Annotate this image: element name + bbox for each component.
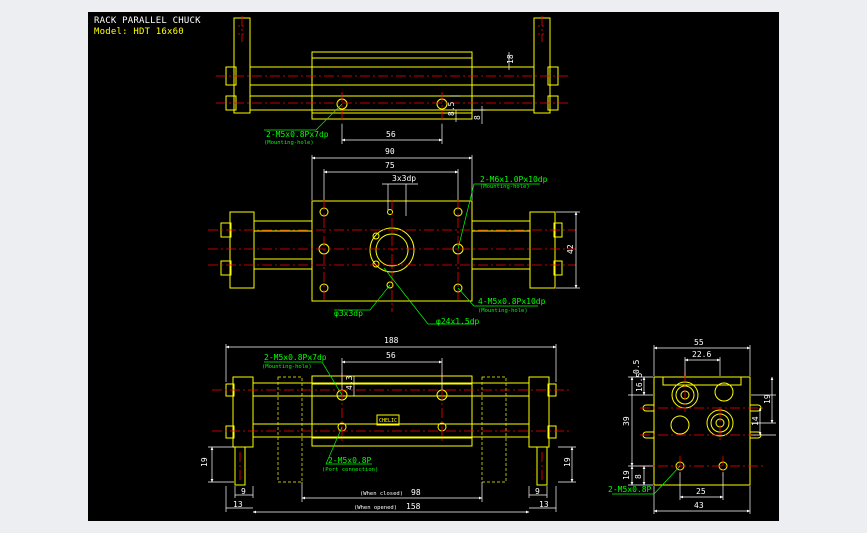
callout-top-spec: 2-M5x0.8Px7dp [266, 130, 329, 139]
dim-side-188: 188 [384, 336, 399, 345]
front-view-centerlines [208, 200, 576, 312]
dim-side-56: 56 [386, 351, 396, 360]
dim-end-22-6: 22.6 [692, 350, 711, 359]
callout-end-spec: 2-M5x0.8P [608, 485, 652, 494]
callout-front-bottom-note: (Mounting-hole) [478, 308, 528, 314]
callout-side-mount-note: (Mounting-hole) [262, 364, 312, 370]
side-view: 188 56 4.3 19 19 9 9 13 13 98 158 (When … [200, 336, 576, 514]
dim-end-16-5: 16.5 [635, 373, 644, 392]
technical-drawing: 56 18 8.5 8 2-M5x0.8Px7dp (Mounting-hole… [200, 16, 776, 514]
dim-end-0-5: 0.5 [632, 359, 641, 374]
dim-end-39: 39 [622, 416, 631, 426]
callout-side-port-note: (Port connection) [322, 467, 378, 473]
dim-end-19-left: 19 [622, 470, 631, 480]
callout-front-center-bore: φ24x1.5dp [436, 317, 480, 326]
dim-front-42: 42 [566, 244, 575, 254]
side-view-callouts: 2-M5x0.8Px7dp (Mounting-hole) 2-M5x0.8P … [262, 353, 378, 473]
top-view-outline [225, 17, 559, 120]
brand-badge-text: CHELIC [379, 418, 397, 424]
dim-end-43: 43 [694, 501, 704, 510]
top-view-dimensions [341, 52, 510, 144]
drawing-title: RACK PARALLEL CHUCK [94, 16, 201, 26]
callout-pin-hole: 3x3dp [392, 174, 416, 183]
dim-top-8-5: 8.5 [447, 101, 456, 116]
label-when-closed: (When closed) [360, 491, 403, 497]
cad-viewport: RACK PARALLEL CHUCK Model: HDT 16x60 56 … [0, 0, 867, 533]
callout-top-note: (Mounting-hole) [264, 140, 314, 146]
dim-end-19-right: 19 [763, 394, 772, 404]
dim-side-opened: 158 [406, 502, 421, 511]
dim-side-19-left: 19 [200, 457, 209, 467]
dim-side-edge-left: 13 [233, 500, 243, 509]
front-view-outline [220, 200, 563, 302]
dim-top-56: 56 [386, 130, 396, 139]
dim-front-90: 90 [385, 147, 395, 156]
dim-side-foot-right: 9 [535, 487, 540, 496]
callout-front-bottom-spec: 4-M5x0.8Px10dp [478, 297, 546, 306]
model-label: Model: HDT 16x60 [94, 27, 184, 37]
dim-end-25: 25 [696, 487, 706, 496]
callout-side-port-spec: 2-M5x0.8P [328, 456, 372, 465]
dim-side-19-right: 19 [563, 457, 572, 467]
dim-end-8: 8 [634, 474, 643, 479]
drawing-canvas[interactable]: RACK PARALLEL CHUCK Model: HDT 16x60 56 … [88, 12, 779, 521]
dim-front-75: 75 [385, 161, 395, 170]
label-when-opened: (When opened) [354, 505, 397, 511]
top-view: 56 18 8.5 8 2-M5x0.8Px7dp (Mounting-hole… [216, 16, 568, 146]
top-view-hidden [238, 25, 546, 35]
dim-top-8: 8 [473, 115, 482, 120]
front-view-callouts: 2-M6x1.0Px10dp (Mounting-hole) 4-M5x0.8P… [334, 175, 548, 326]
callout-front-top-spec: 2-M6x1.0Px10dp [480, 175, 548, 184]
dim-end-14: 14 [751, 416, 760, 426]
end-view-centerlines [640, 372, 764, 476]
callout-front-top-note: (Mounting-hole) [480, 184, 530, 190]
top-view-centerlines [216, 16, 568, 124]
end-view-outline [642, 376, 762, 486]
dim-end-55: 55 [694, 338, 704, 347]
callout-front-pin-bottom: φ3x3dp [334, 309, 363, 318]
front-view: 90 75 42 3x3dp 2-M6x1.0Px10dp (Mounting-… [208, 147, 580, 326]
dim-side-edge-right: 13 [539, 500, 549, 509]
dim-side-4-3: 4.3 [345, 375, 354, 390]
dim-side-foot-left: 9 [241, 487, 246, 496]
dim-top-18: 18 [506, 54, 515, 64]
dim-side-closed: 98 [411, 488, 421, 497]
side-view-outline [225, 375, 557, 486]
end-view: 55 22.6 0.5 16.5 39 19 8 19 14 25 43 2-M… [608, 338, 776, 514]
callout-side-mount-spec: 2-M5x0.8Px7dp [264, 353, 327, 362]
side-view-centerlines [212, 372, 570, 482]
